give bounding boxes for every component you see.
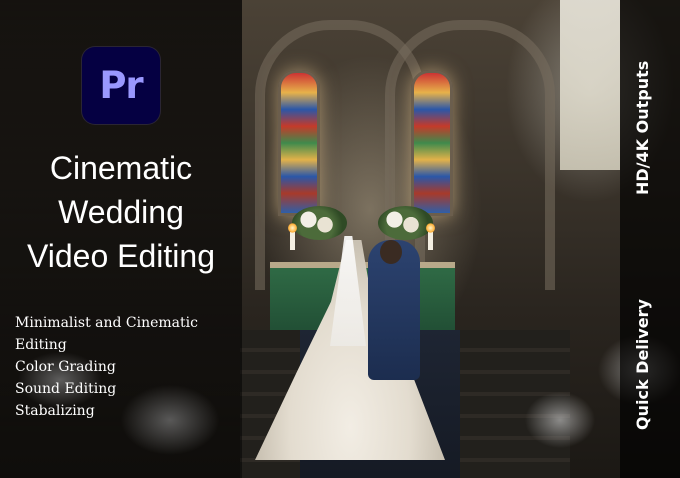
feature-item: Sound Editing xyxy=(15,381,117,397)
thumbnail-canvas: Pr Cinematic Wedding Video Editing Minim… xyxy=(0,0,680,478)
side-label-outputs: HD/4K Outputs xyxy=(633,60,652,195)
flower-arrangement-right xyxy=(378,206,433,240)
candle-right xyxy=(426,223,435,250)
feature-item: Color Grading xyxy=(15,359,116,375)
feature-item: Minimalist and Cinematic xyxy=(15,315,198,331)
flower-arrangement-left xyxy=(292,206,347,240)
feature-item: Stabalizing xyxy=(15,403,95,419)
title-line-2: Wedding xyxy=(58,194,184,230)
premiere-pro-logo-icon: Pr xyxy=(82,47,160,124)
title-line-1: Cinematic xyxy=(49,150,193,186)
stained-glass-window-left xyxy=(278,70,320,216)
groom-head xyxy=(380,240,402,264)
candle-left xyxy=(288,223,297,250)
feature-list: Minimalist and Cinematic Editing Color G… xyxy=(15,312,235,422)
logo-text: Pr xyxy=(99,64,143,107)
side-label-delivery: Quick Delivery xyxy=(633,299,652,430)
main-title: Cinematic Wedding Video Editing xyxy=(0,146,242,278)
title-line-3: Video Editing xyxy=(27,238,215,274)
stained-glass-window-right xyxy=(411,70,453,216)
feature-item: Editing xyxy=(15,337,67,353)
bright-window-light xyxy=(560,0,620,170)
